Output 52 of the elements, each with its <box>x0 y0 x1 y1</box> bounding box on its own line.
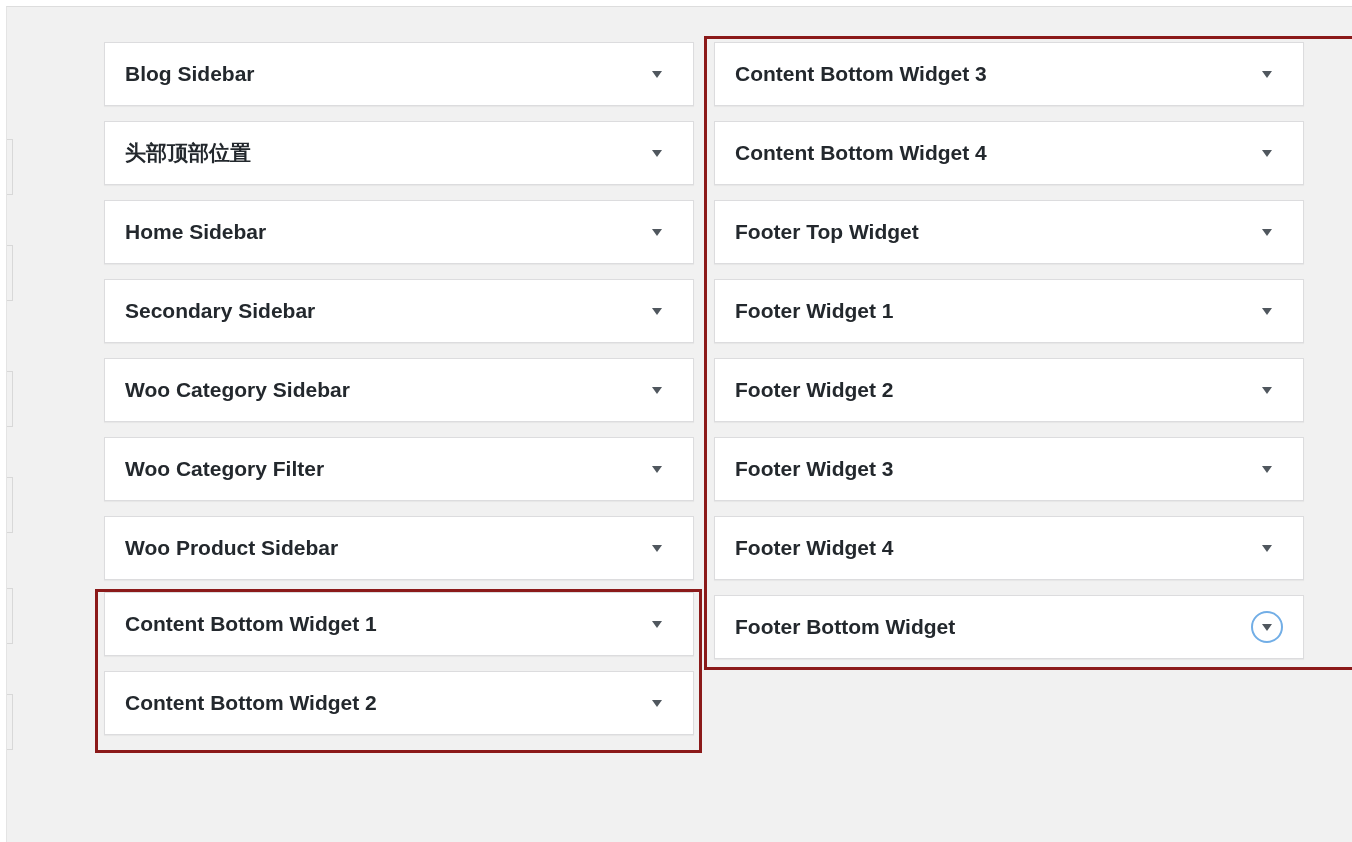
widget-area-title: Woo Category Sidebar <box>125 378 351 402</box>
caret-icon <box>1262 623 1272 631</box>
caret-icon <box>652 228 662 236</box>
widget-area-header[interactable]: Woo Category Filter <box>104 437 694 501</box>
caret-icon <box>1262 544 1272 552</box>
caret-icon <box>652 149 662 157</box>
caret-icon <box>652 307 662 315</box>
caret-icon <box>1262 228 1272 236</box>
caret-icon <box>652 465 662 473</box>
widget-area-header[interactable]: Content Bottom Widget 3 <box>714 42 1304 106</box>
widget-area-header[interactable]: Blog Sidebar <box>104 42 694 106</box>
widget-area-title: Blog Sidebar <box>125 62 256 86</box>
widget-area-title: 头部顶部位置 <box>125 140 252 166</box>
widget-area-title: Footer Widget 2 <box>735 378 895 402</box>
widget-area-title: Home Sidebar <box>125 220 268 244</box>
widget-area-title: Footer Widget 1 <box>735 299 895 323</box>
caret-icon <box>652 544 662 552</box>
widget-area-header[interactable]: 头部顶部位置 <box>104 121 694 185</box>
caret-icon <box>1262 386 1272 394</box>
widget-area-header[interactable]: Footer Widget 1 <box>714 279 1304 343</box>
widget-area-title: Footer Widget 4 <box>735 536 895 560</box>
widget-area-title: Content Bottom Widget 1 <box>125 612 378 636</box>
widget-area-header[interactable]: Woo Product Sidebar <box>104 516 694 580</box>
caret-icon <box>1262 149 1272 157</box>
widget-area-header[interactable]: Woo Category Sidebar <box>104 358 694 422</box>
widget-area-title: Secondary Sidebar <box>125 299 317 323</box>
caret-icon <box>1262 70 1272 78</box>
widget-area-header[interactable]: Footer Widget 2 <box>714 358 1304 422</box>
caret-icon <box>652 386 662 394</box>
widget-area-title: Woo Category Filter <box>125 457 326 481</box>
toggle-button[interactable] <box>1251 611 1283 643</box>
widget-area-title: Footer Bottom Widget <box>735 615 957 639</box>
caret-icon <box>652 70 662 78</box>
widget-area-header[interactable]: Content Bottom Widget 4 <box>714 121 1304 185</box>
widget-area-title: Footer Top Widget <box>735 220 920 244</box>
widget-area-header[interactable]: Content Bottom Widget 2 <box>104 671 694 735</box>
widget-area-header[interactable]: Footer Widget 3 <box>714 437 1304 501</box>
widget-area-header[interactable]: Footer Widget 4 <box>714 516 1304 580</box>
widget-area-title: Content Bottom Widget 4 <box>735 141 988 165</box>
widget-area-header[interactable]: Content Bottom Widget 1 <box>104 592 694 656</box>
widget-area-title: Footer Widget 3 <box>735 457 895 481</box>
widget-area-header[interactable]: Home Sidebar <box>104 200 694 264</box>
widget-area-title: Content Bottom Widget 2 <box>125 691 378 715</box>
widget-area-header[interactable]: Secondary Sidebar <box>104 279 694 343</box>
caret-icon <box>1262 465 1272 473</box>
widget-area-header[interactable]: Footer Bottom Widget <box>714 595 1304 659</box>
caret-icon <box>652 620 662 628</box>
caret-icon <box>1262 307 1272 315</box>
widget-area-title: Content Bottom Widget 3 <box>735 62 988 86</box>
caret-icon <box>652 699 662 707</box>
widget-area-title: Woo Product Sidebar <box>125 536 340 560</box>
widget-area-header[interactable]: Footer Top Widget <box>714 200 1304 264</box>
